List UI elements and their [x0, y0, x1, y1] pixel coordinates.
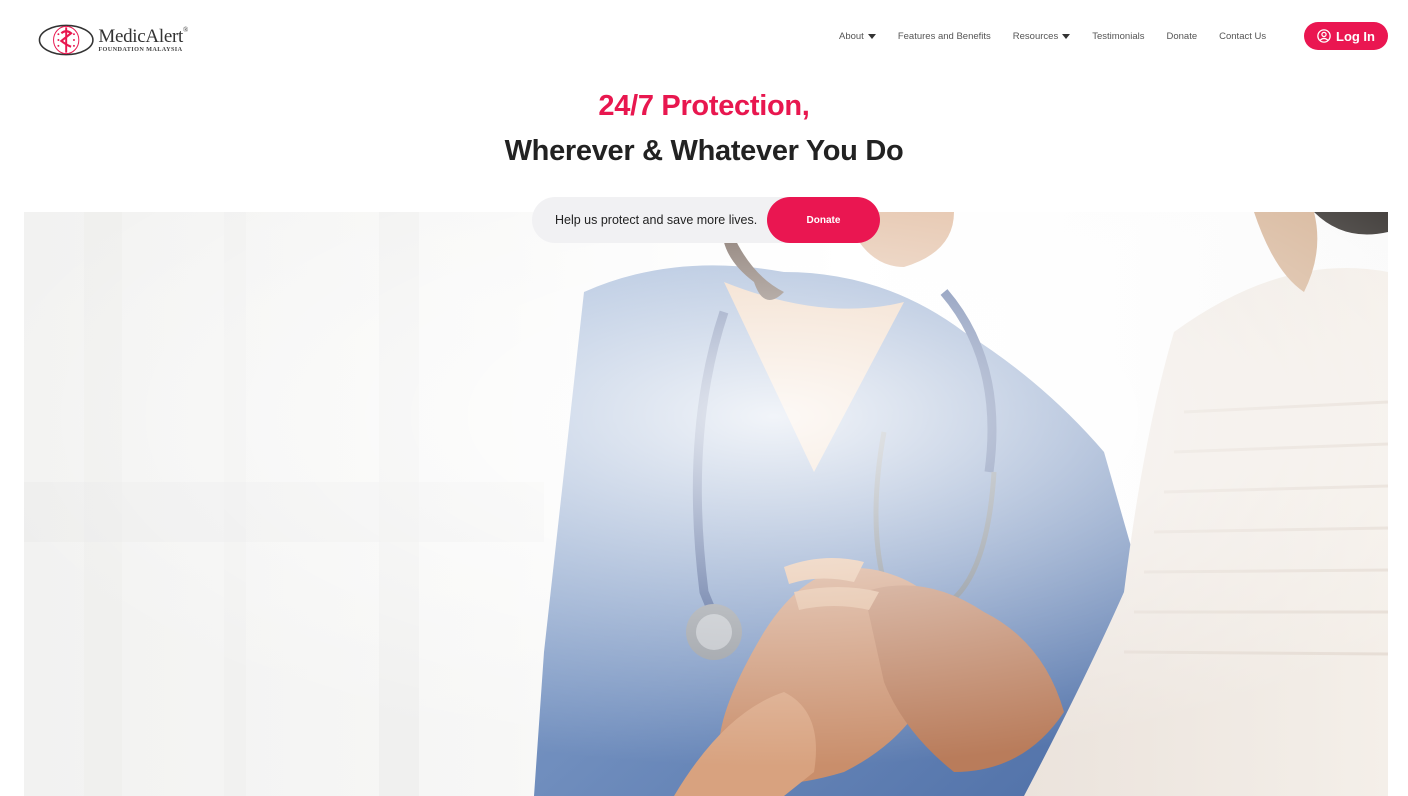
- nav-item-features-and-benefits[interactable]: Features and Benefits: [898, 31, 991, 42]
- nav-item-about[interactable]: About: [839, 31, 876, 42]
- login-button[interactable]: Log In: [1304, 22, 1388, 50]
- caret-down-icon: [867, 34, 876, 39]
- medicalert-emblem-icon: [38, 24, 94, 56]
- nurse-holding-patient-hands-image: [24, 212, 1388, 796]
- hero-title: Wherever & Whatever You Do: [504, 135, 904, 167]
- brand-name: MedicAlert®: [98, 25, 188, 47]
- donate-button[interactable]: Donate: [767, 197, 880, 243]
- hero-title-highlight: 24/7 Protection,: [598, 90, 810, 122]
- nav-item-testimonials[interactable]: Testimonials: [1092, 31, 1144, 42]
- trademark-symbol: ®: [182, 25, 188, 34]
- nav-item-resources[interactable]: Resources: [1013, 31, 1071, 42]
- nav-item-donate[interactable]: Donate: [1166, 31, 1197, 42]
- user-circle-icon: [1317, 29, 1331, 43]
- brand-subtitle: FOUNDATION MALAYSIA: [98, 45, 183, 53]
- main-nav: About Features and Benefits Resources Te…: [839, 28, 1288, 44]
- caret-down-icon: [1062, 34, 1071, 39]
- hero-photo: [24, 212, 1388, 796]
- nav-item-contact-us[interactable]: Contact Us: [1219, 31, 1266, 42]
- donate-banner: Help us protect and save more lives. Don…: [532, 197, 880, 243]
- donate-banner-text: Help us protect and save more lives.: [555, 213, 758, 227]
- site-header: MedicAlert® FOUNDATION MALAYSIA About Fe…: [0, 0, 1408, 72]
- medicalert-logo[interactable]: MedicAlert® FOUNDATION MALAYSIA: [38, 22, 188, 58]
